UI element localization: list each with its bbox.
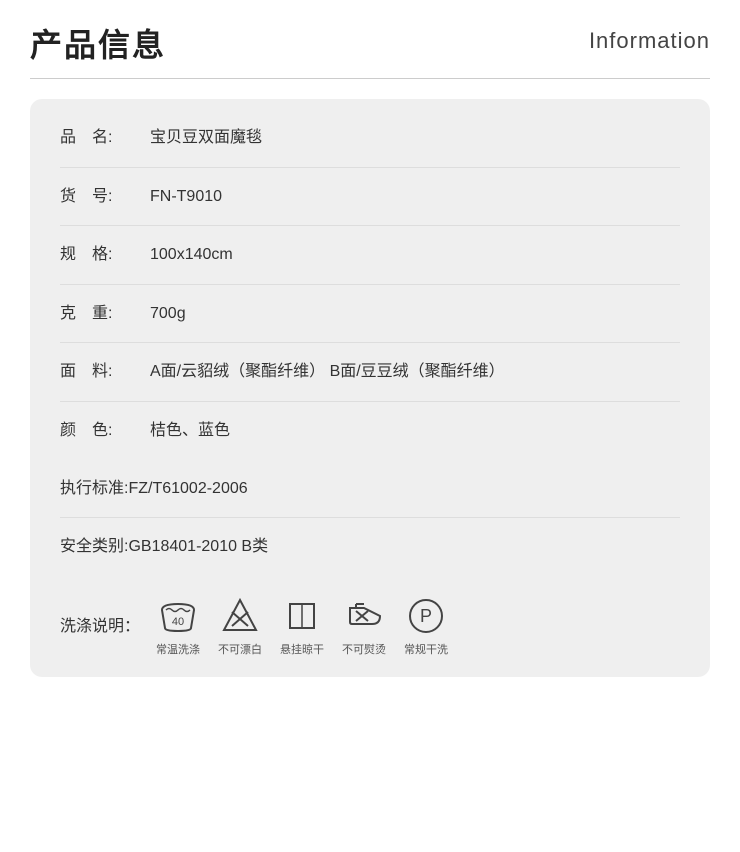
svg-text:P: P [420, 606, 432, 626]
washing-row: 洗涤说明： 40 常温洗涤不可漂白悬挂晾干不可熨烫 P 常规干洗 [60, 576, 680, 668]
wash-icon-caption-4: 常规干洗 [404, 642, 448, 660]
standard-label-1: 安全类别: [60, 534, 128, 560]
wash-icon-caption-0: 常温洗涤 [156, 642, 200, 660]
field-value-2: 100x140cm [150, 242, 680, 268]
no-bleach-icon [218, 594, 262, 638]
wash-icon-item-4: P 常规干洗 [404, 594, 448, 660]
field-value-3: 700g [150, 301, 680, 327]
field-value-1: FN-T9010 [150, 184, 680, 210]
info-row-0: 品名:宝贝豆双面魔毯 [60, 109, 680, 168]
info-card: 品名:宝贝豆双面魔毯货号:FN-T9010规格:100x140cm克重:700g… [30, 99, 710, 677]
wash40-icon: 40 [156, 594, 200, 638]
info-row-5: 颜色:桔色、蓝色 [60, 402, 680, 460]
page-title-cn: 产品信息 [30, 20, 166, 66]
label-block-2: 规格: [60, 242, 150, 268]
dry-clean-icon: P [404, 594, 448, 638]
standard-value-0: FZ/T61002-2006 [128, 476, 247, 502]
info-row-1: 货号:FN-T9010 [60, 168, 680, 227]
label-block-3: 克重: [60, 301, 150, 327]
wash-icon-item-2: 悬挂晾干 [280, 594, 324, 660]
washing-label: 洗涤说明： [60, 614, 140, 640]
field-value-4: A面/云貂绒（聚酯纤维） B面/豆豆绒（聚酯纤维） [150, 359, 680, 385]
standard-row-0: 执行标准:FZ/T61002-2006 [60, 460, 680, 519]
wash-icon-item-3: 不可熨烫 [342, 594, 386, 660]
wash-icon-item-1: 不可漂白 [218, 594, 262, 660]
label-block-1: 货号: [60, 184, 150, 210]
svg-text:40: 40 [172, 616, 184, 628]
info-row-3: 克重:700g [60, 285, 680, 344]
page-header: 产品信息 Information [30, 20, 710, 79]
wash-icon-item-0: 40 常温洗涤 [156, 594, 200, 660]
label-block-4: 面料: [60, 359, 150, 385]
wash-icon-caption-2: 悬挂晾干 [280, 642, 324, 660]
field-value-0: 宝贝豆双面魔毯 [150, 125, 680, 151]
info-row-2: 规格:100x140cm [60, 226, 680, 285]
standard-label-0: 执行标准: [60, 476, 128, 502]
label-block-5: 颜色: [60, 418, 150, 444]
label-block-0: 品名: [60, 125, 150, 151]
hang-dry-icon [280, 594, 324, 638]
standard-value-1: GB18401-2010 B类 [128, 534, 268, 560]
no-iron-icon [342, 594, 386, 638]
washing-icons: 40 常温洗涤不可漂白悬挂晾干不可熨烫 P 常规干洗 [156, 594, 448, 660]
info-row-4: 面料:A面/云貂绒（聚酯纤维） B面/豆豆绒（聚酯纤维） [60, 343, 680, 402]
field-value-5: 桔色、蓝色 [150, 418, 680, 444]
page-title-en: Information [589, 20, 710, 54]
standard-row-1: 安全类别:GB18401-2010 B类 [60, 518, 680, 576]
wash-icon-caption-1: 不可漂白 [218, 642, 262, 660]
wash-icon-caption-3: 不可熨烫 [342, 642, 386, 660]
